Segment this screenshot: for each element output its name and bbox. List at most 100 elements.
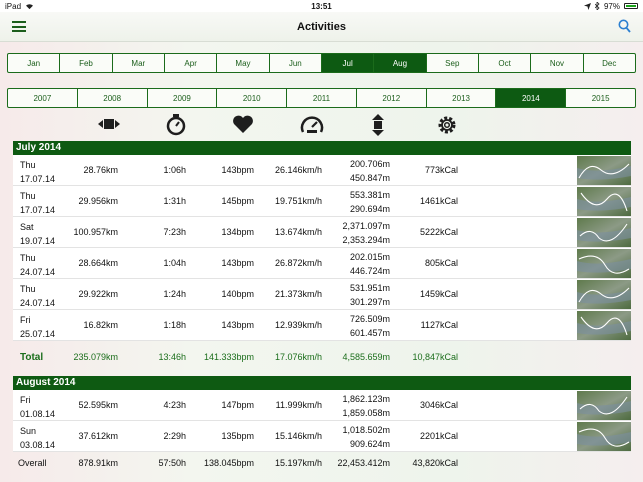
distance-value: 29.922km [78,289,118,299]
elevation-down: 301.297m [349,297,390,307]
speed-value: 26.146km/h [274,165,322,175]
year-2009[interactable]: 2009 [148,89,218,107]
route-map-thumbnail[interactable] [577,280,631,309]
navigation-bar: Activities [0,12,643,42]
year-2008[interactable]: 2008 [78,89,148,107]
route-map-thumbnail[interactable] [577,311,631,340]
month-feb[interactable]: Feb [60,54,113,72]
month-sep[interactable]: Sep [427,54,479,72]
month-oct[interactable]: Oct [479,54,532,72]
day-label: Thu [20,191,36,201]
heart-icon[interactable] [232,114,254,134]
section-header-august: August 2014 [13,376,631,390]
distance-value: 29.956km [78,196,118,206]
total-row: Total 235.079km 13:46h 141.333bpm 17.076… [13,348,631,368]
month-aug[interactable]: Aug [374,54,427,72]
column-icons [0,114,643,136]
day-label: Fri [20,395,31,405]
time-value: 1:24h [163,289,186,299]
activity-row[interactable]: Sat 19.07.14 100.957km 7:23h 134bpm 13.674km/… [13,217,631,248]
month-dec[interactable]: Dec [584,54,635,72]
speed-value: 19.751km/h [274,196,322,206]
activity-row[interactable]: Thu 24.07.14 29.922km 1:24h 140bpm 21.373km/h… [13,279,631,310]
time-value: 1:18h [163,320,186,330]
activity-row[interactable]: Sun 03.08.14 37.612km 2:29h 135bpm 15.146km/h… [13,421,631,452]
elevation-icon[interactable] [370,114,386,136]
year-2012[interactable]: 2012 [357,89,427,107]
activity-row[interactable]: Thu 17.07.14 28.76km 1:06h 143bpm 26.146km/h 2… [13,155,631,186]
gear-icon[interactable] [436,114,458,136]
status-time: 13:51 [311,1,332,11]
activity-row[interactable]: Fri 01.08.14 52.595km 4:23h 147bpm 11.999km/h… [13,390,631,421]
activity-row[interactable]: Fri 25.07.14 16.82km 1:18h 143bpm 12.939km/h 7… [13,310,631,341]
page-title: Activities [297,20,346,33]
date-label: 17.07.14 [20,205,56,215]
activity-date: Thu 17.07.14 [20,158,55,186]
month-apr[interactable]: Apr [165,54,218,72]
activity-row[interactable]: Thu 17.07.14 29.956km 1:31h 145bpm 19.751km/h… [13,186,631,217]
year-2014[interactable]: 2014 [496,89,567,107]
year-2007[interactable]: 2007 [8,89,78,107]
activity-date: Thu 24.07.14 [20,282,55,310]
time-value: 7:23h [163,227,186,237]
stopwatch-icon[interactable] [166,114,186,136]
month-jun[interactable]: Jun [270,54,322,72]
route-map-thumbnail[interactable] [577,218,631,247]
activity-row[interactable]: Thu 24.07.14 28.664km 1:04h 143bpm 26.872km/h… [13,248,631,279]
route-map-thumbnail[interactable] [577,391,631,420]
time-value: 2:29h [163,431,186,441]
overall-speed: 15.197km/h [274,458,322,468]
heart-rate-value: 134bpm [221,227,254,237]
total-distance: 235.079km [73,352,118,362]
year-2013[interactable]: 2013 [427,89,497,107]
month-may[interactable]: May [217,54,270,72]
day-label: Sun [20,426,37,436]
day-label: Sat [20,222,34,232]
month-mar[interactable]: Mar [113,54,165,72]
device-name: iPad [5,1,22,11]
activity-date: Fri 25.07.14 [20,313,55,341]
battery-icon [624,3,638,9]
month-jul[interactable]: Jul [321,54,375,72]
total-calories: 10,847kCal [412,352,458,362]
date-label: 24.07.14 [20,298,56,308]
route-map-thumbnail[interactable] [577,249,631,278]
activity-date: Sat 19.07.14 [20,220,55,248]
overall-row: Overall 878.91km 57:50h 138.045bpm 15.19… [13,454,631,474]
route-map-thumbnail[interactable] [577,187,631,216]
location-icon [583,2,591,10]
heart-rate-value: 143bpm [221,165,254,175]
year-2011[interactable]: 2011 [287,89,357,107]
time-value: 1:31h [163,196,186,206]
heart-rate-value: 135bpm [221,431,254,441]
total-bpm: 141.333bpm [203,352,254,362]
overall-time: 57:50h [158,458,186,468]
year-selector: 2007 2008 2009 2010 2011 2012 2013 2014 2015 [7,88,636,108]
distance-icon[interactable] [98,114,120,134]
distance-value: 16.82km [83,320,118,330]
speed-value: 12.939km/h [274,320,322,330]
total-label: Total [20,352,44,363]
elevation-up: 2,371.097m [342,221,390,231]
elevation-values: 531.951m 301.297m [328,281,390,309]
distance-value: 52.595km [78,400,118,410]
distance-value: 37.612km [78,431,118,441]
heart-rate-value: 147bpm [221,400,254,410]
date-label: 24.07.14 [20,267,56,277]
speedometer-icon[interactable] [300,114,324,136]
search-icon[interactable] [618,19,631,33]
date-label: 25.07.14 [20,329,56,339]
route-map-thumbnail[interactable] [577,156,631,185]
activity-date: Sun 03.08.14 [20,424,55,452]
menu-icon[interactable] [12,21,26,32]
date-label: 01.08.14 [20,409,56,419]
month-jan[interactable]: Jan [8,54,61,72]
elevation-down: 601.457m [349,328,390,338]
activity-date: Fri 01.08.14 [20,393,55,421]
month-nov[interactable]: Nov [531,54,584,72]
july-table: Thu 17.07.14 28.76km 1:06h 143bpm 26.146km/h 2… [13,155,631,341]
elevation-down: 1,859.058m [342,408,390,418]
route-map-thumbnail[interactable] [577,422,631,451]
year-2010[interactable]: 2010 [217,89,288,107]
year-2015[interactable]: 2015 [566,89,635,107]
